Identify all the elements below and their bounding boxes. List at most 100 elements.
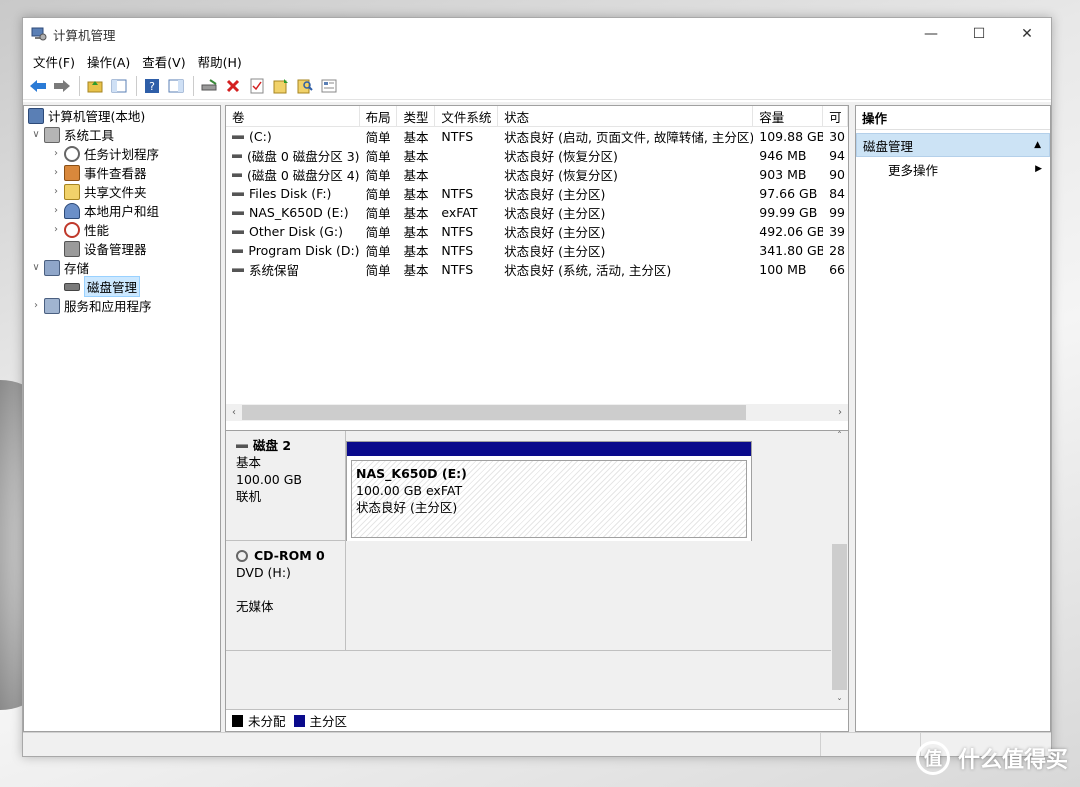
- disk-graphical-view: 磁盘 2 基本 100.00 GB 联机 NAS_K650D (E:) 100.…: [226, 430, 848, 709]
- volume-icon: [232, 248, 244, 253]
- column-header-layout[interactable]: 布局: [360, 106, 398, 126]
- table-row[interactable]: Files Disk (F:) 简单 基本 NTFS 状态良好 (主分区) 97.66 G…: [226, 184, 848, 203]
- minimize-button[interactable]: —: [907, 18, 955, 50]
- scroll-down-icon[interactable]: ˇ: [831, 698, 848, 709]
- menu-view[interactable]: 查看(V): [136, 52, 191, 71]
- collapse-up-icon[interactable]: ▲: [1034, 140, 1041, 150]
- tree-local-users[interactable]: › 本地用户和组: [24, 201, 220, 220]
- tree-shared-folders[interactable]: › 共享文件夹: [24, 182, 220, 201]
- computer-management-icon: [28, 107, 44, 124]
- chevron-right-icon[interactable]: ›: [50, 148, 62, 159]
- close-button[interactable]: ✕: [1003, 18, 1051, 50]
- tree-system-tools[interactable]: ∨ 系统工具: [24, 125, 220, 144]
- table-cell: [435, 146, 498, 165]
- table-cell: NTFS: [441, 243, 474, 258]
- list-view-button[interactable]: [318, 75, 340, 97]
- menu-action[interactable]: 操作(A): [81, 52, 136, 71]
- chevron-down-icon[interactable]: ∨: [30, 129, 42, 140]
- actions-header: 操作: [856, 106, 1050, 130]
- column-header-free[interactable]: 可: [823, 106, 848, 126]
- forward-button[interactable]: [51, 75, 73, 97]
- delete-icon[interactable]: [222, 75, 244, 97]
- performance-icon: [64, 221, 80, 238]
- scroll-left-icon[interactable]: ‹: [226, 407, 242, 418]
- tree-device-manager[interactable]: 设备管理器: [24, 239, 220, 258]
- scrollbar-thumb[interactable]: [832, 544, 847, 690]
- tree-event-viewer[interactable]: › 事件查看器: [24, 163, 220, 182]
- table-cell: NTFS: [441, 224, 474, 239]
- column-header-volume[interactable]: 卷: [226, 106, 360, 126]
- search-icon[interactable]: [294, 75, 316, 97]
- tree-disk-management[interactable]: 磁盘管理: [24, 276, 220, 297]
- chevron-right-icon[interactable]: ›: [50, 224, 62, 235]
- checklist-button[interactable]: [246, 75, 268, 97]
- partition-size: 100.00 GB exFAT: [356, 483, 463, 498]
- table-cell: 状态良好 (恢复分区): [504, 149, 618, 164]
- maximize-button[interactable]: ☐: [955, 18, 1003, 50]
- disk-size: 100.00 GB: [236, 472, 302, 487]
- tree-performance[interactable]: › 性能: [24, 220, 220, 239]
- table-cell: 基本: [403, 168, 429, 183]
- column-header-type[interactable]: 类型: [397, 106, 436, 126]
- chevron-right-icon[interactable]: ›: [30, 300, 42, 311]
- actions-pane: 操作 磁盘管理 ▲ 更多操作 ▶: [855, 105, 1051, 732]
- chevron-right-icon[interactable]: ›: [50, 167, 62, 178]
- table-row[interactable]: Other Disk (G:) 简单 基本 NTFS 状态良好 (主分区) 492.06 …: [226, 222, 848, 241]
- tree-storage[interactable]: ∨ 存储: [24, 258, 220, 277]
- disk-type: 基本: [236, 455, 262, 470]
- vertical-scrollbar[interactable]: ˆ ˇ: [831, 431, 848, 709]
- partition-nas-k650d[interactable]: NAS_K650D (E:) 100.00 GB exFAT 状态良好 (主分区…: [351, 460, 747, 538]
- import-button[interactable]: [270, 75, 292, 97]
- table-row[interactable]: NAS_K650D (E:) 简单 基本 exFAT 状态良好 (主分区) 99.99 G…: [226, 203, 848, 222]
- table-cell: (C:): [226, 127, 360, 146]
- table-cell: 39: [829, 224, 845, 239]
- cdrom-label[interactable]: CD-ROM 0 DVD (H:) 无媒体: [226, 541, 346, 651]
- volume-icon: [232, 229, 244, 234]
- disk-2-partition-container: NAS_K650D (E:) 100.00 GB exFAT 状态良好 (主分区…: [346, 441, 752, 547]
- chevron-right-icon[interactable]: ›: [50, 205, 62, 216]
- computer-management-icon: [31, 26, 47, 42]
- tree-root[interactable]: 计算机管理(本地): [24, 106, 220, 125]
- table-cell: 状态良好 (主分区): [504, 225, 606, 240]
- table-row[interactable]: Program Disk (D:) 简单 基本 NTFS 状态良好 (主分区) 341.8…: [226, 241, 848, 260]
- up-folder-button[interactable]: [84, 75, 106, 97]
- table-cell: 简单: [365, 225, 391, 240]
- column-header-filesystem[interactable]: 文件系统: [435, 106, 499, 126]
- properties-pane-button[interactable]: [165, 75, 187, 97]
- show-hide-tree-button[interactable]: [108, 75, 130, 97]
- chevron-right-icon[interactable]: ›: [50, 186, 62, 197]
- table-row[interactable]: 系统保留 简单 基本 NTFS 状态良好 (系统, 活动, 主分区) 100 MB 66: [226, 260, 848, 279]
- column-header-capacity[interactable]: 容量: [753, 106, 824, 126]
- table-cell: 基本: [403, 263, 429, 278]
- help-button[interactable]: ?: [141, 75, 163, 97]
- table-cell: 状态良好 (恢复分区): [504, 168, 618, 183]
- table-cell: [435, 165, 498, 184]
- disk-2-label[interactable]: 磁盘 2 基本 100.00 GB 联机: [226, 431, 346, 541]
- table-cell: 基本: [403, 149, 429, 164]
- services-icon: [44, 297, 60, 314]
- tools-icon: [44, 126, 60, 143]
- column-header-status[interactable]: 状态: [498, 106, 754, 126]
- menu-help[interactable]: 帮助(H): [192, 52, 248, 71]
- connect-disk-button[interactable]: [198, 75, 220, 97]
- watermark-logo-icon: 值: [915, 741, 950, 775]
- table-cell: Files Disk (F:): [226, 184, 360, 203]
- tree-services[interactable]: › 服务和应用程序: [24, 296, 220, 315]
- scrollbar-thumb[interactable]: [242, 405, 746, 420]
- table-cell: 492.06 GB: [759, 224, 824, 239]
- tree-task-scheduler[interactable]: › 任务计划程序: [24, 144, 220, 163]
- table-cell: (磁盘 0 磁盘分区 4): [226, 165, 360, 184]
- actions-section-disk-management[interactable]: 磁盘管理 ▲: [856, 133, 1050, 157]
- back-button[interactable]: [27, 75, 49, 97]
- horizontal-scrollbar[interactable]: ‹ ›: [226, 404, 848, 421]
- scroll-right-icon[interactable]: ›: [832, 407, 848, 418]
- scroll-up-icon[interactable]: ˆ: [831, 431, 848, 442]
- table-row[interactable]: (C:) 简单 基本 NTFS 状态良好 (启动, 页面文件, 故障转储, 主分区) 10…: [226, 127, 848, 146]
- table-cell: Other Disk (G:): [226, 222, 360, 241]
- chevron-down-icon[interactable]: ∨: [30, 262, 42, 273]
- menu-file[interactable]: 文件(F): [27, 52, 81, 71]
- volume-icon: [232, 210, 244, 215]
- table-row[interactable]: (磁盘 0 磁盘分区 4) 简单 基本 状态良好 (恢复分区) 903 MB 90: [226, 165, 848, 184]
- table-row[interactable]: (磁盘 0 磁盘分区 3) 简单 基本 状态良好 (恢复分区) 946 MB 94: [226, 146, 848, 165]
- more-actions[interactable]: 更多操作 ▶: [856, 157, 1050, 181]
